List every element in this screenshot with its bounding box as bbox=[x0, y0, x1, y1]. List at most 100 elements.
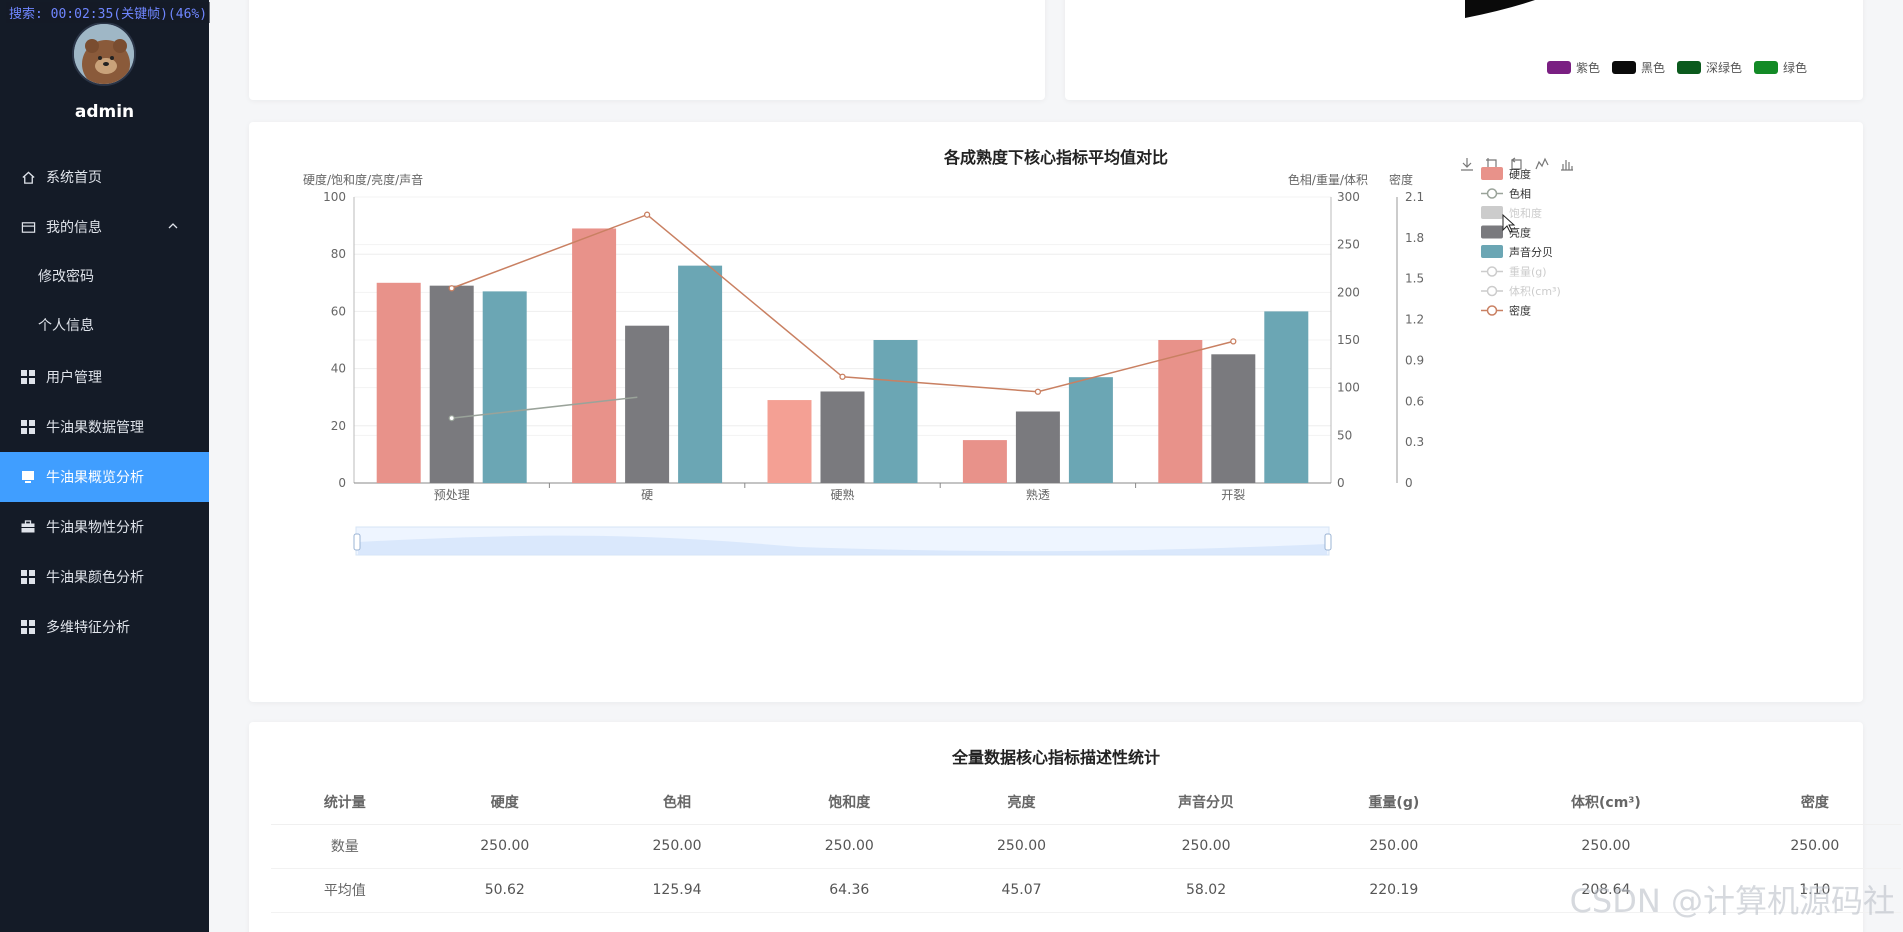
legend-item[interactable]: 绿色 bbox=[1754, 59, 1807, 76]
y-tick-label-right: 250 bbox=[1337, 238, 1360, 252]
legend-item[interactable]: 黑色 bbox=[1612, 59, 1665, 76]
sidebar-item-my-info[interactable]: 我的信息 bbox=[0, 202, 209, 252]
table-header: 统计量 bbox=[271, 780, 419, 825]
hue-point bbox=[448, 415, 455, 422]
y-tick-label-density: 0.3 bbox=[1405, 435, 1424, 449]
sidebar-item-label: 牛油果物性分析 bbox=[46, 520, 144, 536]
legend-item-硬度[interactable]: 硬度 bbox=[1481, 167, 1531, 181]
sidebar-item-label: 牛油果数据管理 bbox=[46, 420, 144, 436]
y-tick-label-density: 0 bbox=[1405, 476, 1413, 490]
y-tick-label-right: 150 bbox=[1337, 333, 1360, 347]
table-cell: 数量 bbox=[271, 824, 419, 869]
briefcase-icon bbox=[20, 519, 36, 535]
sidebar-item-user-management[interactable]: 用户管理 bbox=[0, 352, 209, 402]
legend-item-声音分贝[interactable]: 声音分贝 bbox=[1481, 245, 1553, 259]
table-cell: 250.00 bbox=[1483, 824, 1729, 869]
legend-label: 色相 bbox=[1509, 187, 1531, 201]
y-tick-label-right: 200 bbox=[1337, 285, 1360, 299]
table-header: 色相 bbox=[590, 780, 764, 825]
sidebar-item-label: 我的信息 bbox=[46, 220, 102, 236]
sidebar-item-change-password[interactable]: 修改密码 bbox=[0, 251, 209, 301]
table-cell: 220.19 bbox=[1304, 868, 1484, 913]
table-header: 饱和度 bbox=[763, 780, 936, 825]
line-switch-icon[interactable] bbox=[1535, 157, 1549, 170]
table-header: 硬度 bbox=[418, 780, 591, 825]
legend-swatch bbox=[1481, 167, 1503, 180]
legend-item-体积(cm³)[interactable]: 体积(cm³) bbox=[1481, 284, 1561, 298]
x-tick-label: 熟透 bbox=[1026, 487, 1050, 502]
sidebar-item-label: 个人信息 bbox=[38, 318, 94, 334]
table-cell: 250.00 bbox=[1728, 824, 1901, 869]
y-tick-label-left: 20 bbox=[331, 419, 346, 433]
table-cell: 58.02 bbox=[1107, 868, 1305, 913]
table-header: 密度 bbox=[1728, 780, 1901, 825]
bar-switch-icon[interactable] bbox=[1561, 160, 1573, 171]
bar-亮度 bbox=[429, 285, 474, 483]
y-tick-label-right: 50 bbox=[1337, 428, 1352, 442]
card-icon bbox=[20, 219, 36, 235]
y-tick-label-right: 300 bbox=[1337, 190, 1360, 204]
grid-icon bbox=[20, 419, 36, 435]
legend-label: 体积(cm³) bbox=[1509, 284, 1561, 298]
watermark: CSDN @计算机源码社 bbox=[1569, 882, 1895, 920]
sidebar-item-avocado-physical[interactable]: 牛油果物性分析 bbox=[0, 502, 209, 552]
legend-label: 密度 bbox=[1509, 304, 1531, 318]
legend-item-饱和度[interactable]: 饱和度 bbox=[1481, 206, 1542, 220]
density-point bbox=[1230, 338, 1237, 345]
sidebar: 搜索: 00:02:35(关键帧)(46%) admin 系统首页 我的信息 修… bbox=[0, 0, 211, 932]
table-header-row: 统计量 硬度 色相 饱和度 亮度 声音分贝 重量(g) 体积(cm³) 密度 bbox=[271, 780, 1901, 825]
grid-icon bbox=[20, 569, 36, 585]
sidebar-item-label: 多维特征分析 bbox=[46, 620, 130, 636]
y-axis-label-left: 硬度/饱和度/亮度/声音 bbox=[303, 172, 423, 187]
y-tick-label-right: 0 bbox=[1337, 476, 1345, 490]
legend-label: 深绿色 bbox=[1706, 61, 1743, 75]
sidebar-item-avocado-data[interactable]: 牛油果数据管理 bbox=[0, 402, 209, 452]
top-left-card bbox=[249, 0, 1045, 100]
home-icon bbox=[20, 169, 36, 185]
bar-声音分贝 bbox=[1264, 311, 1309, 483]
bar-声音分贝 bbox=[1068, 377, 1113, 483]
legend-item-密度[interactable]: 密度 bbox=[1481, 304, 1531, 318]
legend-label: 重量(g) bbox=[1509, 265, 1547, 279]
bar-亮度 bbox=[820, 391, 865, 483]
bar-声音分贝 bbox=[678, 265, 723, 483]
bar-硬度 bbox=[1158, 340, 1203, 483]
sidebar-item-avocado-color[interactable]: 牛油果颜色分析 bbox=[0, 552, 209, 602]
x-tick-label: 开裂 bbox=[1221, 488, 1245, 502]
density-point bbox=[448, 285, 455, 292]
legend-item-重量(g)[interactable]: 重量(g) bbox=[1481, 265, 1547, 279]
legend-item[interactable]: 深绿色 bbox=[1677, 59, 1742, 76]
density-point bbox=[1034, 388, 1042, 395]
sidebar-item-label: 牛油果概览分析 bbox=[46, 470, 144, 486]
sidebar-item-multi-feature[interactable]: 多维特征分析 bbox=[0, 602, 209, 652]
bar-硬度 bbox=[572, 228, 617, 483]
legend-label: 黑色 bbox=[1641, 61, 1666, 75]
download-icon[interactable] bbox=[1461, 158, 1473, 171]
sidebar-item-home[interactable]: 系统首页 bbox=[0, 152, 209, 202]
pie-chart-fragment bbox=[1465, 0, 1535, 18]
sidebar-item-label: 修改密码 bbox=[38, 269, 94, 285]
y-axis-label-density: 密度 bbox=[1389, 172, 1413, 187]
sidebar-item-profile[interactable]: 个人信息 bbox=[0, 300, 209, 350]
sidebar-item-label: 用户管理 bbox=[46, 370, 102, 386]
legend-item-色相[interactable]: 色相 bbox=[1481, 187, 1531, 201]
bar-硬度 bbox=[962, 440, 1007, 483]
x-tick-label: 硬 bbox=[641, 488, 653, 502]
y-axis-label-right: 色相/重量/体积 bbox=[1288, 173, 1368, 187]
y-tick-label-left: 80 bbox=[331, 247, 346, 261]
bar-亮度 bbox=[1015, 411, 1060, 483]
table-header: 声音分贝 bbox=[1107, 780, 1305, 825]
table-cell: 250.00 bbox=[418, 824, 591, 869]
data-zoom-handle-left bbox=[353, 533, 361, 551]
search-overlay-text: 搜索: 00:02:35(关键帧)(46%) bbox=[6, 2, 211, 23]
table-cell: 250.00 bbox=[1107, 824, 1305, 869]
y-tick-label-density: 1.2 bbox=[1405, 313, 1424, 327]
legend-swatch bbox=[1677, 61, 1702, 74]
data-zoom-handle-right bbox=[1324, 533, 1332, 551]
avatar[interactable] bbox=[72, 22, 136, 86]
legend-item[interactable]: 紫色 bbox=[1547, 59, 1600, 76]
legend-marker bbox=[1486, 305, 1498, 316]
sidebar-item-label: 牛油果颜色分析 bbox=[46, 570, 144, 586]
sidebar-item-avocado-overview[interactable]: 牛油果概览分析 bbox=[0, 452, 209, 502]
y-tick-label-left: 100 bbox=[323, 190, 346, 204]
